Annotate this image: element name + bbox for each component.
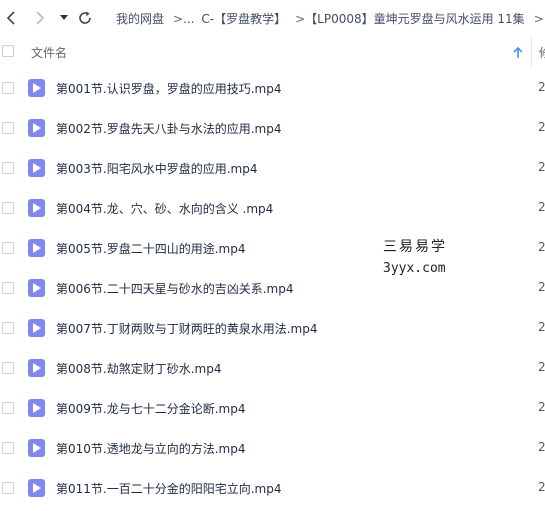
file-modified-truncated: 2 — [538, 120, 545, 134]
file-row[interactable]: 第007节.丁财两败与丁财两旺的黄泉水用法.mp4 2 — [0, 308, 545, 348]
file-row[interactable]: 第010节.透地龙与立向的方法.mp4 2 — [0, 428, 545, 468]
row-checkbox[interactable] — [2, 282, 14, 294]
video-file-icon — [28, 79, 45, 97]
watermark-line1: 三易易学 — [383, 239, 447, 255]
file-modified-truncated: 2 — [538, 200, 545, 214]
chevron-left-icon[interactable] — [2, 7, 20, 29]
file-name[interactable]: 第006节.二十四天星与砂水的吉凶关系.mp4 — [56, 280, 293, 297]
video-file-icon — [28, 199, 45, 217]
file-row[interactable]: 第006节.二十四天星与砂水的吉凶关系.mp4 2 — [0, 268, 545, 308]
arrow-up-icon[interactable] — [513, 44, 523, 63]
video-file-icon — [28, 319, 45, 337]
breadcrumb-item-current: 【LP0008】童坤元罗盘与风水运用 11集 — [305, 12, 525, 26]
row-checkbox[interactable] — [2, 362, 14, 374]
file-row[interactable]: 第002节.罗盘先天八卦与水法的应用.mp4 2 — [0, 108, 545, 148]
video-file-icon — [28, 439, 45, 457]
row-checkbox[interactable] — [2, 402, 14, 414]
row-checkbox[interactable] — [2, 482, 14, 494]
video-file-icon — [28, 279, 45, 297]
row-checkbox[interactable] — [2, 242, 14, 254]
file-row[interactable]: 第009节.龙与七十二分金论断.mp4 2 — [0, 388, 545, 428]
file-row[interactable]: 第008节.劫煞定财丁砂水.mp4 2 — [0, 348, 545, 388]
column-header-filename[interactable]: 文件名 — [31, 44, 67, 61]
file-list-header: 文件名 修 — [0, 36, 545, 68]
file-modified-truncated: 2 — [538, 240, 545, 254]
row-checkbox[interactable] — [2, 322, 14, 334]
file-name[interactable]: 第001节.认识罗盘，罗盘的应用技巧.mp4 — [56, 80, 281, 97]
file-row[interactable]: 第004节.龙、穴、砂、水向的含义 .mp4 2 — [0, 188, 545, 228]
row-checkbox[interactable] — [2, 202, 14, 214]
row-checkbox[interactable] — [2, 162, 14, 174]
row-checkbox[interactable] — [2, 442, 14, 454]
file-name[interactable]: 第004节.龙、穴、砂、水向的含义 .mp4 — [56, 200, 273, 217]
file-modified-truncated: 2 — [538, 80, 545, 94]
file-name[interactable]: 第007节.丁财两败与丁财两旺的黄泉水用法.mp4 — [56, 320, 317, 337]
file-modified-truncated: 2 — [538, 160, 545, 174]
file-name[interactable]: 第011节.一百二十分金的阳阳宅立向.mp4 — [56, 480, 281, 497]
refresh-icon[interactable] — [76, 7, 94, 29]
file-row[interactable]: 第005节.罗盘二十四山的用途.mp4 2 — [0, 228, 545, 268]
column-header-modified[interactable]: 修 — [531, 36, 545, 68]
video-file-icon — [28, 239, 45, 257]
toolbar: 我的网盘 >... C-【罗盘教学】 >【LP0008】童坤元罗盘与风水运用 11集… — [0, 0, 545, 36]
file-modified-truncated: 2 — [538, 480, 545, 494]
video-file-icon — [28, 359, 45, 377]
breadcrumb-separator: > — [295, 12, 306, 26]
breadcrumb: 我的网盘 >... C-【罗盘教学】 >【LP0008】童坤元罗盘与风水运用 11集… — [116, 10, 544, 27]
file-modified-truncated: 2 — [538, 440, 545, 454]
chevron-right-icon[interactable] — [31, 7, 49, 29]
file-name[interactable]: 第010节.透地龙与立向的方法.mp4 — [56, 440, 245, 457]
breadcrumb-separator: > — [173, 12, 184, 26]
watermark-line2: 3yyx.com — [383, 261, 446, 276]
select-all-checkbox[interactable] — [2, 45, 14, 57]
breadcrumb-item-ellipsis[interactable]: ... — [183, 12, 194, 26]
file-modified-truncated: 2 — [538, 320, 545, 334]
file-row[interactable]: 第003节.阳宅风水中罗盘的应用.mp4 2 — [0, 148, 545, 188]
file-name[interactable]: 第008节.劫煞定财丁砂水.mp4 — [56, 360, 221, 377]
file-name[interactable]: 第009节.龙与七十二分金论断.mp4 — [56, 400, 245, 417]
file-name[interactable]: 第005节.罗盘二十四山的用途.mp4 — [56, 240, 245, 257]
video-file-icon — [28, 119, 45, 137]
video-file-icon — [28, 399, 45, 417]
breadcrumb-separator: > — [533, 12, 544, 26]
video-file-icon — [28, 159, 45, 177]
file-row[interactable]: 第001节.认识罗盘，罗盘的应用技巧.mp4 2 — [0, 68, 545, 108]
file-name[interactable]: 第003节.阳宅风水中罗盘的应用.mp4 — [56, 160, 257, 177]
file-modified-truncated: 2 — [538, 360, 545, 374]
breadcrumb-item-folder[interactable]: C-【罗盘教学】 — [201, 12, 286, 26]
file-row[interactable]: 第011节.一百二十分金的阳阳宅立向.mp4 2 — [0, 468, 545, 508]
watermark: 三易易学 3yyx.com — [383, 236, 447, 276]
breadcrumb-item-root[interactable]: 我的网盘 — [116, 12, 164, 26]
file-modified-truncated: 2 — [538, 400, 545, 414]
column-header-modified-label: 修 — [539, 44, 545, 61]
row-checkbox[interactable] — [2, 122, 14, 134]
file-name[interactable]: 第002节.罗盘先天八卦与水法的应用.mp4 — [56, 120, 281, 137]
dropdown-caret-icon[interactable] — [58, 7, 70, 29]
row-checkbox[interactable] — [2, 82, 14, 94]
file-modified-truncated: 2 — [538, 280, 545, 294]
video-file-icon — [28, 479, 45, 497]
